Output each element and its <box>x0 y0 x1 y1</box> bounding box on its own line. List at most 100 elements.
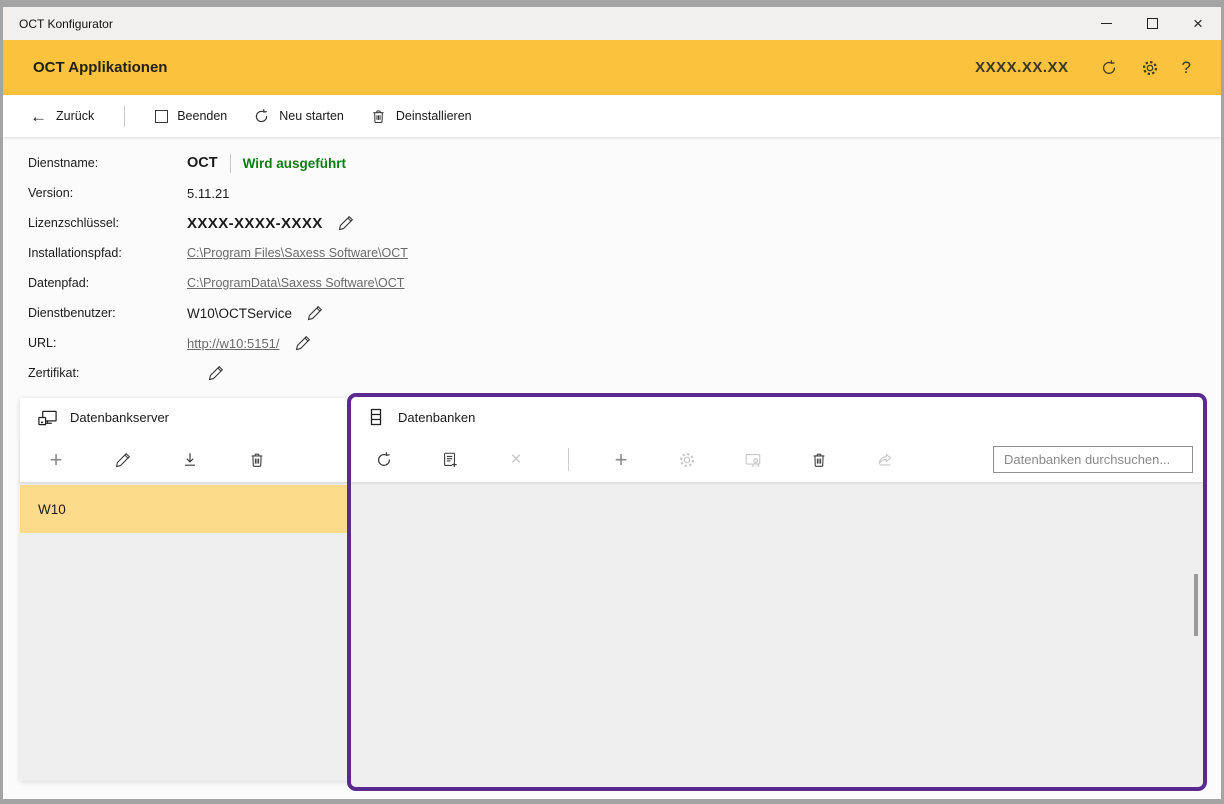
devices-icon <box>37 408 58 428</box>
window-title: OCT Konfigurator <box>3 17 1083 31</box>
detail-row-installationspfad: Installationspfad: C:\Program Files\Saxe… <box>28 238 408 268</box>
detail-row-datenpfad: Datenpfad: C:\ProgramData\Saxess Softwar… <box>28 268 408 298</box>
url-link[interactable]: http://w10:5151/ <box>187 336 280 351</box>
detail-row-url: URL: http://w10:5151/ <box>28 328 408 358</box>
scrollbar-thumb[interactable] <box>1194 574 1198 636</box>
dienstbenutzer-value: W10\OCTService <box>187 306 292 321</box>
add-icon: + <box>50 449 63 471</box>
minimize-icon <box>1101 23 1112 24</box>
back-arrow-icon: ← <box>30 108 47 125</box>
database-settings-button[interactable] <box>667 442 707 478</box>
minimize-button[interactable] <box>1083 7 1129 40</box>
pencil-icon <box>114 451 132 469</box>
trash-icon <box>248 451 266 469</box>
window-controls: × <box>1083 7 1221 40</box>
dienstname-label: Dienstname: <box>28 156 187 170</box>
edit-dienstbenutzer-button[interactable] <box>304 302 326 324</box>
detail-row-dienstname: Dienstname: OCT Wird ausgeführt <box>28 148 408 178</box>
close-button[interactable]: × <box>1175 7 1221 40</box>
edit-lizenz-button[interactable] <box>335 212 357 234</box>
app-header: OCT Applikationen XXXX.XX.XX ? <box>3 40 1221 95</box>
refresh-icon <box>1100 59 1118 77</box>
lizenz-label: Lizenzschlüssel: <box>28 216 187 230</box>
restart-label: Neu starten <box>279 109 344 123</box>
edit-zertifikat-button[interactable] <box>205 362 227 384</box>
detail-row-dienstbenutzer: Dienstbenutzer: W10\OCTService <box>28 298 408 328</box>
installationspfad-label: Installationspfad: <box>28 246 187 260</box>
version-placeholder: XXXX.XX.XX <box>975 59 1068 76</box>
trash-icon <box>810 451 828 469</box>
pencil-icon <box>306 304 324 322</box>
back-label: Zurück <box>56 109 94 123</box>
detail-row-lizenz: Lizenzschlüssel: XXXX-XXXX-XXXX <box>28 208 408 238</box>
share-icon <box>876 451 894 469</box>
lizenz-value: XXXX-XXXX-XXXX <box>187 215 323 232</box>
add-database-button[interactable]: + <box>601 442 641 478</box>
restart-service-button[interactable]: Neu starten <box>253 108 344 125</box>
uninstall-button[interactable]: Deinstallieren <box>370 108 472 125</box>
add-server-button[interactable]: + <box>36 442 76 478</box>
stop-service-button[interactable]: Beenden <box>155 109 227 123</box>
installationspfad-link[interactable]: C:\Program Files\Saxess Software\OCT <box>187 246 408 260</box>
title-bar: OCT Konfigurator × <box>3 7 1221 40</box>
pencil-icon <box>337 214 355 232</box>
dienstname-value: OCT <box>187 155 218 171</box>
gear-icon <box>678 451 696 469</box>
pencil-icon <box>207 364 225 382</box>
script-add-icon <box>441 451 459 469</box>
import-icon <box>181 451 199 469</box>
delete-database-button[interactable] <box>799 442 839 478</box>
command-bar: ← Zurück Beenden Neu starten Deinstallie… <box>3 95 1221 137</box>
refresh-databases-button[interactable] <box>364 442 404 478</box>
cancel-button[interactable]: × <box>496 442 536 478</box>
trash-icon <box>370 108 387 125</box>
delete-server-button[interactable] <box>237 442 277 478</box>
app-window: OCT Konfigurator × OCT Applikationen XXX… <box>0 0 1224 804</box>
header-refresh-button[interactable] <box>1100 59 1118 77</box>
share-database-button[interactable] <box>865 442 905 478</box>
add-icon: + <box>615 449 628 471</box>
status-divider <box>230 154 231 173</box>
header-settings-button[interactable] <box>1141 59 1159 77</box>
restart-icon <box>253 108 270 125</box>
server-panel-title: Datenbankserver <box>70 410 169 425</box>
add-from-script-button[interactable] <box>430 442 470 478</box>
database-search-input[interactable] <box>993 446 1193 473</box>
version-label: Version: <box>28 186 187 200</box>
datenpfad-label: Datenpfad: <box>28 276 187 290</box>
db-list-area <box>351 482 1203 787</box>
url-label: URL: <box>28 336 187 350</box>
header-help-button[interactable]: ? <box>1182 58 1191 78</box>
stop-icon <box>155 110 168 123</box>
server-list: W10 <box>20 482 349 781</box>
server-panel-toolbar: + <box>20 437 349 482</box>
pencil-icon <box>294 334 312 352</box>
dienstbenutzer-label: Dienstbenutzer: <box>28 306 187 320</box>
user-box-icon <box>744 451 762 469</box>
edit-url-button[interactable] <box>292 332 314 354</box>
help-icon: ? <box>1182 58 1191 78</box>
db-panel-title: Datenbanken <box>398 410 475 425</box>
edit-server-button[interactable] <box>103 442 143 478</box>
database-server-panel: Datenbankserver + W10 <box>20 398 349 781</box>
db-panel-toolbar: × + <box>351 437 1203 482</box>
close-icon: × <box>510 450 521 469</box>
server-panel-header: Datenbankserver <box>20 398 349 437</box>
stop-label: Beenden <box>177 109 227 123</box>
service-details: Dienstname: OCT Wird ausgeführt Version:… <box>28 148 408 388</box>
import-server-button[interactable] <box>170 442 210 478</box>
maximize-button[interactable] <box>1129 7 1175 40</box>
page-title: OCT Applikationen <box>33 59 975 76</box>
detail-row-zertifikat: Zertifikat: <box>28 358 408 388</box>
detail-row-version: Version: 5.11.21 <box>28 178 408 208</box>
database-users-button[interactable] <box>733 442 773 478</box>
toolbar-divider <box>124 106 125 127</box>
datenpfad-link[interactable]: C:\ProgramData\Saxess Software\OCT <box>187 276 404 290</box>
content-area: Dienstname: OCT Wird ausgeführt Version:… <box>3 137 1221 799</box>
db-panel-header: Datenbanken <box>351 397 1203 437</box>
uninstall-label: Deinstallieren <box>396 109 472 123</box>
version-value: 5.11.21 <box>187 186 229 201</box>
back-button[interactable]: ← Zurück <box>30 108 94 125</box>
server-list-item-w10[interactable]: W10 <box>20 485 349 533</box>
service-status: Wird ausgeführt <box>243 156 346 171</box>
